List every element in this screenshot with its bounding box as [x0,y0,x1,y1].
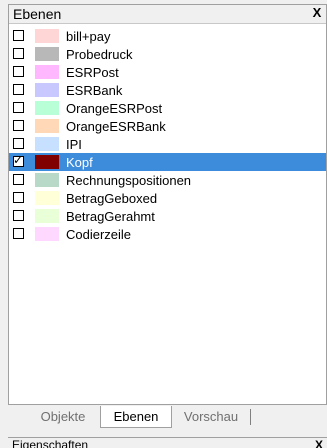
layer-color-swatch [35,65,59,79]
close-icon[interactable]: X [315,438,323,448]
layer-color-swatch [35,155,59,169]
layer-label: Rechnungspositionen [66,173,192,188]
layer-label: IPI [66,137,82,152]
layer-color-swatch [35,173,59,187]
layer-row[interactable]: OrangeESRPost [9,99,326,117]
layer-visibility-checkbox[interactable] [13,48,24,59]
layer-row[interactable]: ESRPost [9,63,326,81]
layer-row[interactable]: Kopf [9,153,326,171]
layer-row[interactable]: ESRBank [9,81,326,99]
layer-visibility-checkbox[interactable] [13,84,24,95]
tab-ebenen[interactable]: Ebenen [100,406,172,428]
properties-title: Eigenschaften [12,438,89,448]
layer-color-swatch [35,83,59,97]
layer-label: bill+pay [66,29,111,44]
layer-color-swatch [35,119,59,133]
layer-label: ESRPost [66,65,119,80]
close-icon[interactable]: X [310,6,324,20]
layer-row[interactable]: Probedruck [9,45,326,63]
layer-color-swatch [35,101,59,115]
layer-row[interactable]: BetragGeboxed [9,189,326,207]
layer-visibility-checkbox[interactable] [13,210,24,221]
layer-visibility-checkbox[interactable] [13,30,24,41]
layer-visibility-checkbox[interactable] [13,138,24,149]
layer-visibility-checkbox[interactable] [13,120,24,131]
tab-divider [250,409,251,425]
panel-title: Ebenen [13,6,62,22]
layer-row[interactable]: bill+pay [9,27,326,45]
properties-panel-header: Eigenschaften X [8,437,327,448]
layer-label: BetragGeboxed [66,191,158,206]
layer-visibility-checkbox[interactable] [13,174,24,185]
layer-label: Codierzeile [66,227,132,242]
layer-row[interactable]: BetragGerahmt [9,207,326,225]
layer-row[interactable]: Rechnungspositionen [9,171,326,189]
layer-visibility-checkbox[interactable] [13,153,24,167]
tab-vorschau[interactable]: Vorschau [174,406,248,428]
layer-color-swatch [35,191,59,205]
layer-label: Probedruck [66,47,133,62]
layer-color-swatch [35,137,59,151]
tab-label: Ebenen [113,409,159,424]
tab-objekte[interactable]: Objekte [28,406,98,428]
layer-row[interactable]: OrangeESRBank [9,117,326,135]
tab-label: Objekte [40,409,86,424]
layer-row[interactable]: IPI [9,135,326,153]
layer-row[interactable]: Codierzeile [9,225,326,243]
panel-titlebar: Ebenen X [9,5,326,24]
layer-color-swatch [35,209,59,223]
layer-visibility-checkbox[interactable] [13,102,24,113]
layer-visibility-checkbox[interactable] [13,228,24,239]
layer-list: bill+pay Probedruck ESRPost ESRBank OrangeES… [9,27,326,243]
layer-label: OrangeESRBank [66,119,166,134]
layers-panel: Ebenen X bill+pay Probedruck ESRPost ESRBan… [8,4,327,405]
layer-color-swatch [35,47,59,61]
layer-visibility-checkbox[interactable] [13,192,24,203]
layer-visibility-checkbox[interactable] [13,66,24,77]
layer-color-swatch [35,29,59,43]
layer-label: ESRBank [66,83,123,98]
layer-label: BetragGerahmt [66,209,155,224]
layer-color-swatch [35,227,59,241]
layer-label: Kopf [66,155,93,170]
tab-label: Vorschau [183,409,239,424]
layer-label: OrangeESRPost [66,101,163,116]
